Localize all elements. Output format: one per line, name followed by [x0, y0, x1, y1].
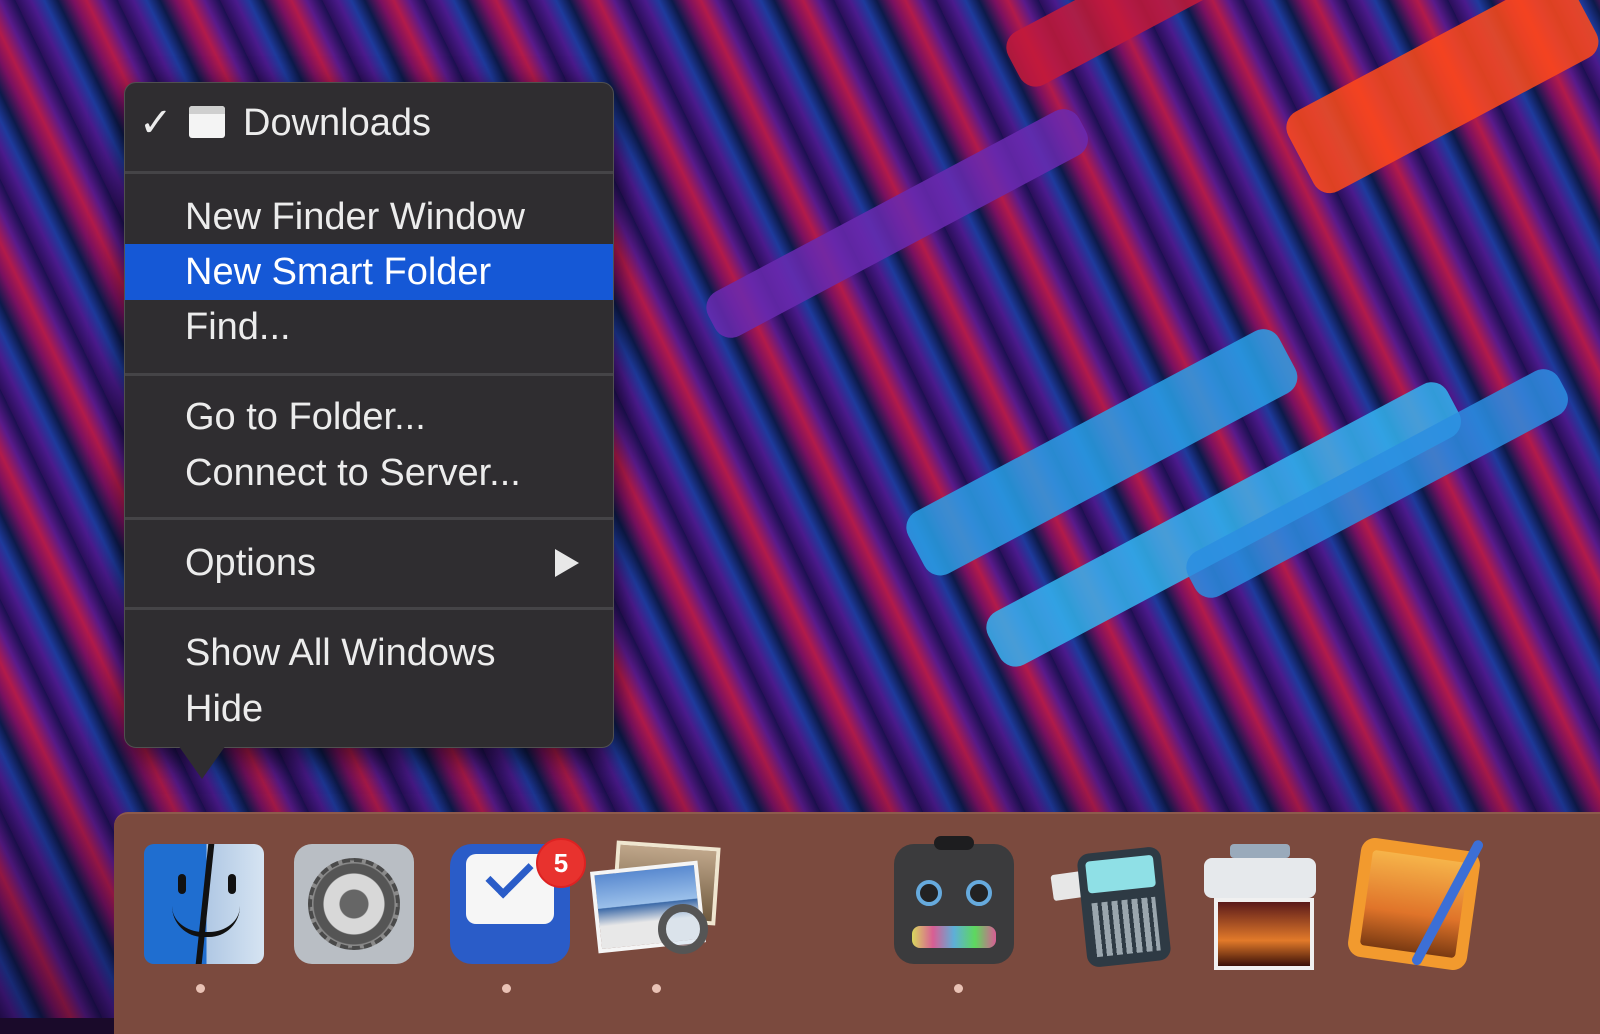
scanned-image: [1214, 898, 1314, 970]
audio-robot-icon[interactable]: [894, 836, 1014, 964]
menu-item-label: Go to Folder...: [185, 396, 426, 438]
menu-item-label: New Smart Folder: [185, 251, 492, 293]
menu-item-new-smart-folder[interactable]: New Smart Folder: [125, 244, 613, 300]
renamer-label-maker: [1076, 845, 1172, 969]
running-indicator: [502, 984, 511, 993]
scanner-top: [1230, 844, 1290, 858]
pixelmator-icon[interactable]: [1346, 836, 1485, 972]
menu-item-go-to-folder[interactable]: Go to Folder...: [125, 389, 613, 445]
menu-item-label: Connect to Server...: [185, 452, 521, 494]
robot-waveform: [912, 926, 996, 948]
finder-eye: [178, 874, 186, 894]
renamer-keyboard: [1091, 896, 1161, 958]
robot-cap: [934, 836, 974, 850]
menu-item-label: Find...: [185, 306, 291, 348]
system-preferences-icon[interactable]: [294, 844, 414, 964]
robot-eye: [916, 880, 942, 906]
wallpaper-streak: [1000, 0, 1400, 93]
menu-separator: [125, 373, 613, 376]
menu-item-hide[interactable]: Hide: [125, 681, 613, 737]
preview-icon[interactable]: [590, 840, 721, 964]
menu-item-connect-to-server[interactable]: Connect to Server...: [125, 445, 613, 501]
notification-badge: 5: [536, 838, 586, 888]
menu-separator: [125, 607, 613, 610]
checkmark-icon: ✓: [139, 101, 173, 145]
gear-icon: [308, 858, 400, 950]
finder-eye: [228, 874, 236, 894]
menu-header-label: Downloads: [243, 102, 431, 144]
finder-face-line: [195, 844, 215, 964]
menu-separator: [125, 517, 613, 520]
wallpaper-streak: [700, 102, 1095, 345]
renamer-icon[interactable]: [1050, 844, 1172, 969]
submenu-arrow-icon: [555, 549, 579, 577]
wallpaper-streak: [1280, 0, 1600, 200]
menu-item-find[interactable]: Find...: [125, 299, 613, 355]
menu-item-show-all-windows[interactable]: Show All Windows: [125, 625, 613, 681]
menu-item-label: Show All Windows: [185, 632, 496, 674]
menu-separator: [125, 171, 613, 174]
running-indicator: [652, 984, 661, 993]
things-icon[interactable]: 5: [450, 838, 586, 964]
menu-item-label: Hide: [185, 688, 264, 730]
finder-smile: [172, 906, 240, 937]
menu-pointer: [178, 745, 226, 779]
dock: 5: [114, 812, 1600, 1034]
image-capture-icon[interactable]: [1200, 844, 1320, 970]
finder-icon[interactable]: [144, 844, 264, 964]
finder-window-icon: [189, 106, 225, 138]
running-indicator: [196, 984, 205, 993]
robot-eye: [966, 880, 992, 906]
menu-item-options[interactable]: Options: [125, 535, 613, 591]
menu-item-label: Options: [185, 542, 316, 584]
running-indicator: [954, 984, 963, 993]
menu-header-downloads[interactable]: ✓ Downloads: [125, 95, 613, 151]
menu-item-new-finder-window[interactable]: New Finder Window: [125, 189, 613, 245]
scanner-body: [1204, 858, 1316, 898]
dock-context-menu: ✓ Downloads New Finder Window New Smart …: [124, 82, 614, 748]
menu-item-label: New Finder Window: [185, 196, 525, 238]
magnifier-icon: [658, 904, 708, 954]
renamer-screen: [1085, 854, 1157, 894]
